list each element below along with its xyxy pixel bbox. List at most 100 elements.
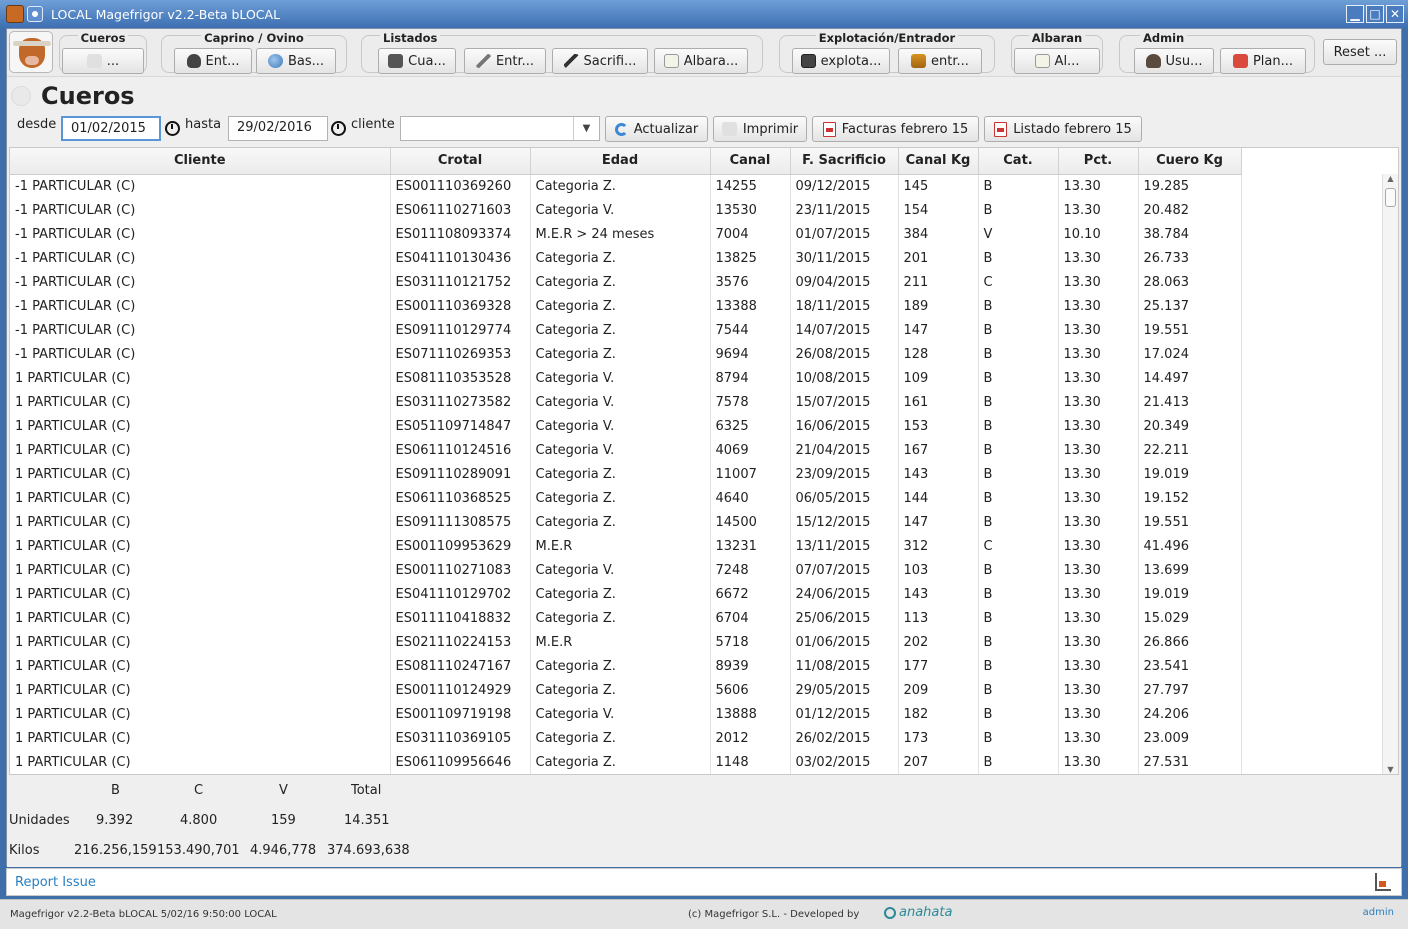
scrollbar-thumb[interactable] <box>1385 188 1396 207</box>
table-cell: Categoria Z. <box>530 174 711 198</box>
listado-sacrificio-button[interactable]: Sacrifi... <box>552 48 648 74</box>
table-cell: 1 PARTICULAR (C) <box>10 702 391 726</box>
table-cell: 15.029 <box>1138 606 1242 630</box>
table-cell: B <box>978 246 1059 270</box>
table-row[interactable]: 1 PARTICULAR (C) ES031110273582 Categoria … <box>10 390 1242 414</box>
table-row[interactable]: 1 PARTICULAR (C) ES011110418832 Categoria … <box>10 606 1242 630</box>
bug-report-icon[interactable] <box>1375 873 1391 891</box>
table-row[interactable]: 1 PARTICULAR (C) ES091110289091 Categoria … <box>10 462 1242 486</box>
table-row[interactable]: 1 PARTICULAR (C) ES041110129702 Categoria … <box>10 582 1242 606</box>
button-label: Imprimir <box>742 121 799 137</box>
table-row[interactable]: -1 PARTICULAR (C) ES001110369260 Categoria… <box>10 174 1242 198</box>
column-header[interactable]: Cliente <box>10 148 391 175</box>
facturas-button[interactable]: Facturas febrero 15 <box>812 116 979 142</box>
table-cell: ES001109719198 <box>390 702 531 726</box>
table-row[interactable]: -1 PARTICULAR (C) ES011108093374 M.E.R > 2… <box>10 222 1242 246</box>
actualizar-button[interactable]: Actualizar <box>605 116 708 142</box>
reset-button[interactable]: Reset ... <box>1323 39 1397 65</box>
listado-cuadrante-button[interactable]: Cua... <box>378 48 456 74</box>
column-header[interactable]: Crotal <box>390 148 531 175</box>
table-cell: 13.30 <box>1058 630 1139 654</box>
listado-entradas-button[interactable]: Entr... <box>464 48 546 74</box>
table-cell: 38.784 <box>1138 222 1242 246</box>
hasta-date-field[interactable]: 29/02/2016 <box>228 116 328 141</box>
cliente-combo[interactable]: ▼ <box>400 116 600 141</box>
chevron-down-icon[interactable]: ▼ <box>573 117 599 140</box>
table-row[interactable]: 1 PARTICULAR (C) ES001110124929 Categoria … <box>10 678 1242 702</box>
table-row[interactable]: 1 PARTICULAR (C) ES051109714847 Categoria … <box>10 414 1242 438</box>
table-cell: 13.30 <box>1058 678 1139 702</box>
table-row[interactable]: 1 PARTICULAR (C) ES001109953629 M.E.R 13231… <box>10 534 1242 558</box>
imprimir-button[interactable]: Imprimir <box>713 116 807 142</box>
usuarios-button[interactable]: Usu... <box>1134 48 1214 74</box>
anahata-logo[interactable]: anahata <box>884 905 952 920</box>
report-issue-link[interactable]: Report Issue <box>15 875 96 890</box>
kilos-b: 216.256,159 <box>74 843 157 858</box>
cueros-table: Cliente Crotal Edad Canal F. Sacrificio Canal… <box>9 147 1399 775</box>
table-cell: ES091111308575 <box>390 510 531 534</box>
clock-icon[interactable] <box>165 121 180 136</box>
table-row[interactable]: 1 PARTICULAR (C) ES081110247167 Categoria … <box>10 654 1242 678</box>
group-title: Cueros <box>77 31 129 45</box>
listado-button[interactable]: Listado febrero 15 <box>984 116 1142 142</box>
current-user-link[interactable]: admin <box>1363 907 1394 918</box>
table-row[interactable]: 1 PARTICULAR (C) ES061110124516 Categoria … <box>10 438 1242 462</box>
listado-albaranes-button[interactable]: Albara... <box>654 48 748 74</box>
bascula-button[interactable]: Bas... <box>256 48 336 74</box>
albaran-button[interactable]: Al... <box>1014 48 1100 74</box>
window-menu-icon[interactable] <box>27 6 43 22</box>
column-header[interactable]: Cat. <box>978 148 1059 175</box>
chevron-down-icon[interactable]: ▼ <box>1383 765 1398 774</box>
column-header[interactable]: Canal Kg <box>898 148 979 175</box>
table-row[interactable]: 1 PARTICULAR (C) ES061110368525 Categoria … <box>10 486 1242 510</box>
column-header[interactable]: F. Sacrificio <box>790 148 899 175</box>
explotacion-button[interactable]: explota... <box>792 48 890 74</box>
table-row[interactable]: 1 PARTICULAR (C) ES061109956646 Categoria … <box>10 750 1242 774</box>
table-row[interactable]: 1 PARTICULAR (C) ES021110224153 M.E.R 5718 0… <box>10 630 1242 654</box>
minimize-button[interactable]: ▁ <box>1346 5 1364 23</box>
summary-header-v: V <box>279 783 288 798</box>
table-cell: 25/06/2015 <box>790 606 899 630</box>
column-header[interactable]: Cuero Kg <box>1138 148 1242 175</box>
table-row[interactable]: 1 PARTICULAR (C) ES001109719198 Categoria … <box>10 702 1242 726</box>
table-row[interactable]: 1 PARTICULAR (C) ES031110369105 Categoria … <box>10 726 1242 750</box>
unidades-c: 4.800 <box>180 813 218 828</box>
close-button[interactable]: ✕ <box>1386 5 1404 23</box>
table-cell: 1 PARTICULAR (C) <box>10 486 391 510</box>
entrada-caprino-button[interactable]: Ent... <box>174 48 252 74</box>
table-row[interactable]: -1 PARTICULAR (C) ES071110269353 Categoria… <box>10 342 1242 366</box>
app-cow-icon[interactable] <box>6 5 24 23</box>
column-header[interactable]: Edad <box>530 148 711 175</box>
table-cell: Categoria Z. <box>530 606 711 630</box>
table-row[interactable]: -1 PARTICULAR (C) ES061110271603 Categoria… <box>10 198 1242 222</box>
table-cell: ES061110124516 <box>390 438 531 462</box>
table-row[interactable]: 1 PARTICULAR (C) ES081110353528 Categoria … <box>10 366 1242 390</box>
table-cell: 19.019 <box>1138 462 1242 486</box>
column-header[interactable]: Canal <box>710 148 791 175</box>
vertical-scrollbar[interactable]: ▲ ▼ <box>1382 174 1398 774</box>
table-cell: Categoria Z. <box>530 462 711 486</box>
version-info: Magefrigor v2.2-Beta bLOCAL 5/02/16 9:50… <box>10 909 277 920</box>
table-cell: B <box>978 510 1059 534</box>
table-row[interactable]: -1 PARTICULAR (C) ES091110129774 Categoria… <box>10 318 1242 342</box>
chevron-up-icon[interactable]: ▲ <box>1383 174 1398 183</box>
cueros-button[interactable]: ... <box>62 48 144 74</box>
plan-button[interactable]: Plan... <box>1220 48 1306 74</box>
table-cell: 13.30 <box>1058 174 1139 198</box>
clock-icon[interactable] <box>331 121 346 136</box>
table-row[interactable]: 1 PARTICULAR (C) ES091111308575 Categoria … <box>10 510 1242 534</box>
desde-date-field[interactable]: 01/02/2015 <box>61 116 161 141</box>
column-header[interactable]: Pct. <box>1058 148 1139 175</box>
table-cell: ES011110418832 <box>390 606 531 630</box>
refresh-icon <box>614 122 628 136</box>
table-row[interactable]: 1 PARTICULAR (C) ES001110271083 Categoria … <box>10 558 1242 582</box>
table-cell: B <box>978 390 1059 414</box>
table-cell: -1 PARTICULAR (C) <box>10 198 391 222</box>
entrador-button[interactable]: entr... <box>898 48 982 74</box>
table-row[interactable]: -1 PARTICULAR (C) ES001110369328 Categoria… <box>10 294 1242 318</box>
maximize-button[interactable]: □ <box>1366 5 1384 23</box>
cow-logo-icon[interactable] <box>9 31 53 73</box>
table-row[interactable]: -1 PARTICULAR (C) ES041110130436 Categoria… <box>10 246 1242 270</box>
table-cell: 13.30 <box>1058 510 1139 534</box>
table-row[interactable]: -1 PARTICULAR (C) ES031110121752 Categoria… <box>10 270 1242 294</box>
